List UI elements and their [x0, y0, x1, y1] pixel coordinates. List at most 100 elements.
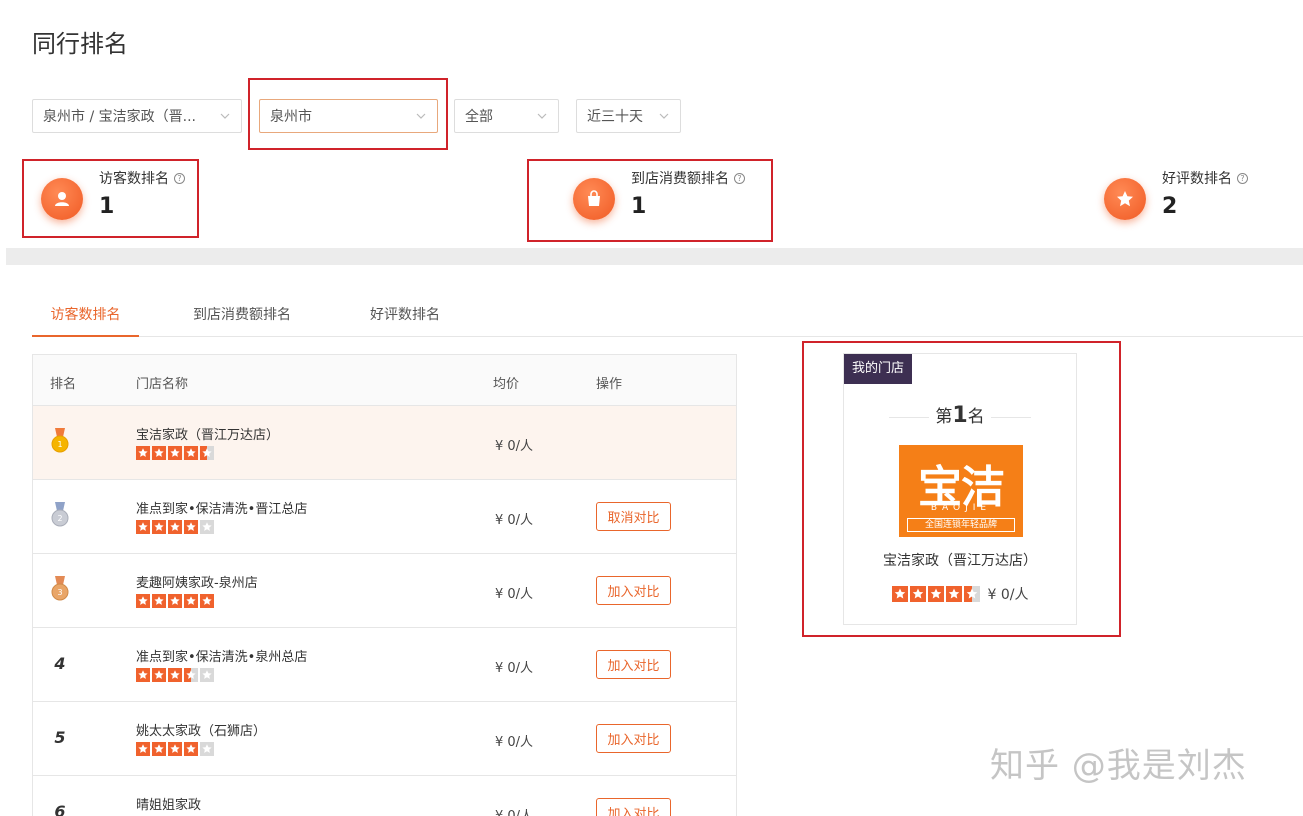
- store-name: 宝洁家政（晋江万达店）: [136, 428, 280, 443]
- star-icon: [136, 594, 150, 608]
- period-select-value: 近三十天: [587, 109, 643, 125]
- rating-stars: [891, 586, 982, 602]
- rank-number: 5: [54, 728, 66, 747]
- star-icon: [152, 742, 166, 756]
- star-icon: [168, 520, 182, 534]
- bronze-medal-icon: 3: [51, 576, 69, 601]
- svg-text:3: 3: [57, 588, 62, 597]
- logo-subtext: BAOJIE: [930, 503, 992, 513]
- store-name: 准点到家•保洁清洗•泉州总店: [136, 650, 308, 665]
- rating-stars: [136, 668, 216, 682]
- star-icon: [136, 742, 150, 756]
- chevron-down-icon: [220, 113, 230, 119]
- star-icon: [184, 668, 198, 682]
- table-row: 2 准点到家•保洁清洗•晋江总店 ¥ 0/人 取消对比: [33, 480, 736, 554]
- table-row: 6 晴姐姐家政 ¥ 0/人 加入对比: [33, 776, 736, 816]
- rating-stars: [136, 594, 216, 608]
- star-icon: [152, 446, 166, 460]
- star-icon: [963, 586, 980, 602]
- help-icon[interactable]: ?: [734, 172, 745, 184]
- star-icon: [136, 668, 150, 682]
- star-icon: [909, 586, 926, 602]
- header-rank: 排名: [50, 377, 77, 392]
- star-icon: [200, 668, 214, 682]
- metric-label: 访客数排名: [99, 171, 169, 187]
- store-price: ¥ 0/人: [495, 587, 534, 602]
- table-row: 4 准点到家•保洁清洗•泉州总店 ¥ 0/人 加入对比: [33, 628, 736, 702]
- metric-value: 2: [1162, 194, 1178, 219]
- table-row: 3 麦趣阿姨家政-泉州店 ¥ 0/人 加入对比: [33, 554, 736, 628]
- svg-text:1: 1: [57, 440, 62, 449]
- star-icon: [136, 446, 150, 460]
- category-select[interactable]: 全部: [454, 99, 559, 133]
- chevron-down-icon: [537, 113, 547, 119]
- star-icon: [1104, 178, 1146, 220]
- page-title: 同行排名: [32, 30, 128, 58]
- my-store-badge: 我的门店: [844, 354, 913, 384]
- store-name: 姚太太家政（石狮店）: [136, 724, 267, 739]
- tab-visitor-rank[interactable]: 访客数排名: [32, 295, 139, 337]
- star-icon: [184, 446, 198, 460]
- star-icon: [168, 742, 182, 756]
- store-price: ¥ 0/人: [495, 439, 534, 454]
- table-row: 1 宝洁家政（晋江万达店） ¥ 0/人: [33, 406, 736, 480]
- my-store-rating-row: ¥ 0/人: [844, 584, 1076, 604]
- store-price: ¥ 0/人: [495, 735, 534, 750]
- metric-value: 1: [631, 194, 647, 219]
- star-icon: [200, 446, 214, 460]
- table-row: 5 姚太太家政（石狮店） ¥ 0/人 加入对比: [33, 702, 736, 776]
- compare-button[interactable]: 加入对比: [596, 650, 671, 679]
- metric-visitor-rank: 访客数排名? 1: [41, 168, 185, 220]
- header-price: 均价: [493, 377, 520, 392]
- star-icon: [152, 668, 166, 682]
- star-icon: [891, 586, 908, 602]
- store-logo: 宝洁 BAOJIE 全国连锁年轻品牌: [899, 445, 1023, 537]
- help-icon[interactable]: ?: [1237, 172, 1248, 184]
- silver-medal-icon: 2: [51, 502, 69, 527]
- my-store-card: 我的门店 第1名 宝洁 BAOJIE 全国连锁年轻品牌 宝洁家政（晋江万达店） …: [843, 353, 1077, 625]
- shopping-bag-icon: [573, 178, 615, 220]
- period-select[interactable]: 近三十天: [576, 99, 681, 133]
- star-icon: [168, 446, 182, 460]
- my-store-name: 宝洁家政（晋江万达店）: [883, 553, 1037, 569]
- star-icon: [200, 520, 214, 534]
- my-store-rank: 第1名: [844, 402, 1076, 428]
- compare-button[interactable]: 加入对比: [596, 798, 671, 816]
- tab-spend-rank[interactable]: 到店消费额排名: [180, 295, 304, 337]
- star-icon: [168, 668, 182, 682]
- chevron-down-icon: [659, 113, 669, 119]
- rank-suffix: 名: [967, 407, 985, 427]
- tab-review-rank[interactable]: 好评数排名: [350, 295, 460, 337]
- compare-button[interactable]: 加入对比: [596, 576, 671, 605]
- rank-number: 6: [54, 802, 66, 816]
- rank-table: 排名 门店名称 均价 操作 1 宝洁家政（晋江万达店） ¥ 0/人 2 准点到家•…: [32, 354, 737, 816]
- header-action: 操作: [596, 377, 623, 392]
- rank-prefix: 第: [935, 407, 953, 427]
- gold-medal-icon: 1: [51, 428, 69, 453]
- chevron-down-icon: [416, 113, 426, 119]
- metric-review-rank: 好评数排名? 2: [1104, 168, 1248, 220]
- rating-stars: [136, 446, 216, 460]
- star-icon: [152, 594, 166, 608]
- store-name: 晴姐姐家政: [136, 798, 202, 813]
- compare-button[interactable]: 加入对比: [596, 724, 671, 753]
- store-price: ¥ 0/人: [495, 661, 534, 676]
- rating-stars: [136, 742, 216, 756]
- rating-stars: [136, 520, 216, 534]
- rank-tabs: 访客数排名 到店消费额排名 好评数排名: [32, 295, 1303, 337]
- help-icon[interactable]: ?: [174, 172, 185, 184]
- star-icon: [927, 586, 944, 602]
- category-select-value: 全部: [465, 109, 493, 125]
- metric-value: 1: [99, 194, 115, 219]
- store-name: 麦趣阿姨家政-泉州店: [136, 576, 258, 591]
- city-select[interactable]: 泉州市: [259, 99, 438, 133]
- star-icon: [200, 742, 214, 756]
- header-name: 门店名称: [136, 377, 189, 392]
- compare-button[interactable]: 取消对比: [596, 502, 671, 531]
- my-store-price: ¥ 0/人: [987, 587, 1029, 603]
- metric-label: 好评数排名: [1162, 171, 1232, 187]
- star-icon: [184, 520, 198, 534]
- store-select[interactable]: 泉州市 / 宝洁家政（晋...: [32, 99, 242, 133]
- store-name: 准点到家•保洁清洗•晋江总店: [136, 502, 308, 517]
- table-header: 排名 门店名称 均价 操作: [33, 355, 736, 406]
